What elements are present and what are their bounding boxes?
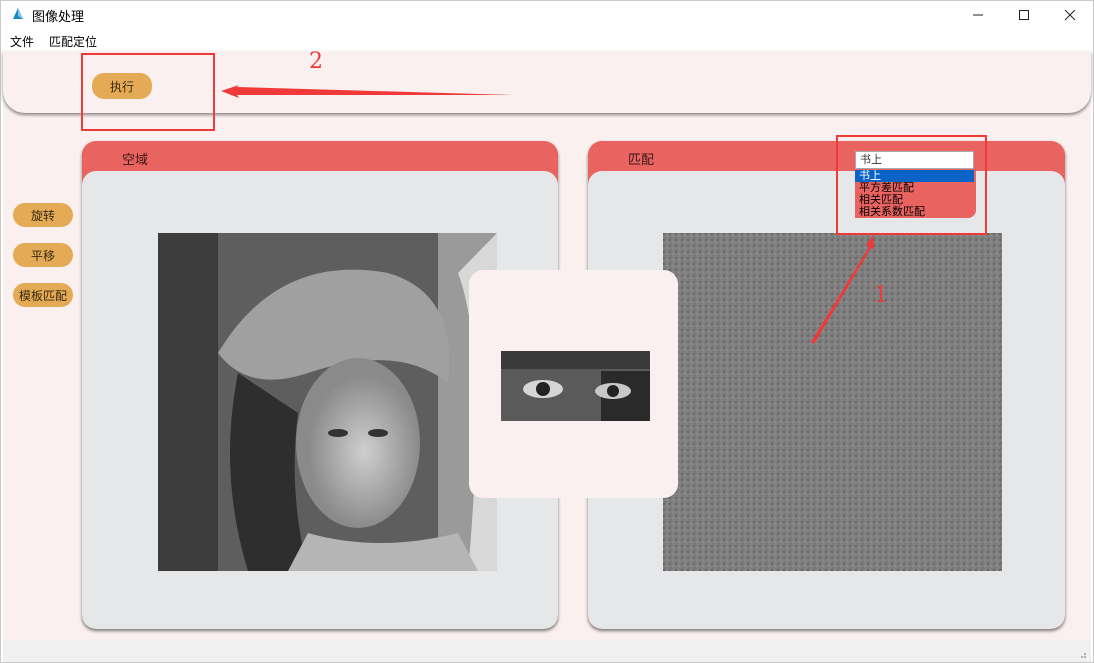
menu-match-locate[interactable]: 匹配定位: [49, 33, 97, 50]
close-icon: [1064, 9, 1076, 21]
menu-bar: 文件 匹配定位: [1, 29, 1093, 51]
app-icon: [13, 8, 23, 19]
arrow-1-icon: [811, 235, 874, 344]
status-bar: [3, 641, 1091, 662]
resize-grip-icon[interactable]: [1077, 649, 1087, 659]
main-area: 执行 旋转 平移 模板匹配 空域 匹配 书上 书上 平方差匹配 相关匹配 相关系…: [3, 49, 1091, 641]
app-window: 图像处理 文件 匹配定位 执行 旋转 平移 模板匹配 空域 匹配 书上 书上 平…: [0, 0, 1094, 663]
window-title: 图像处理: [32, 10, 85, 25]
minimize-icon: [973, 14, 983, 16]
title-bar: 图像处理: [1, 1, 1093, 29]
menu-file[interactable]: 文件: [10, 33, 34, 50]
annotation-arrows: [221, 85, 874, 344]
minimize-button[interactable]: [955, 1, 1001, 29]
maximize-button[interactable]: [1001, 1, 1047, 29]
maximize-icon: [1019, 10, 1029, 20]
arrow-2-icon: [221, 85, 513, 98]
close-button[interactable]: [1047, 1, 1093, 29]
